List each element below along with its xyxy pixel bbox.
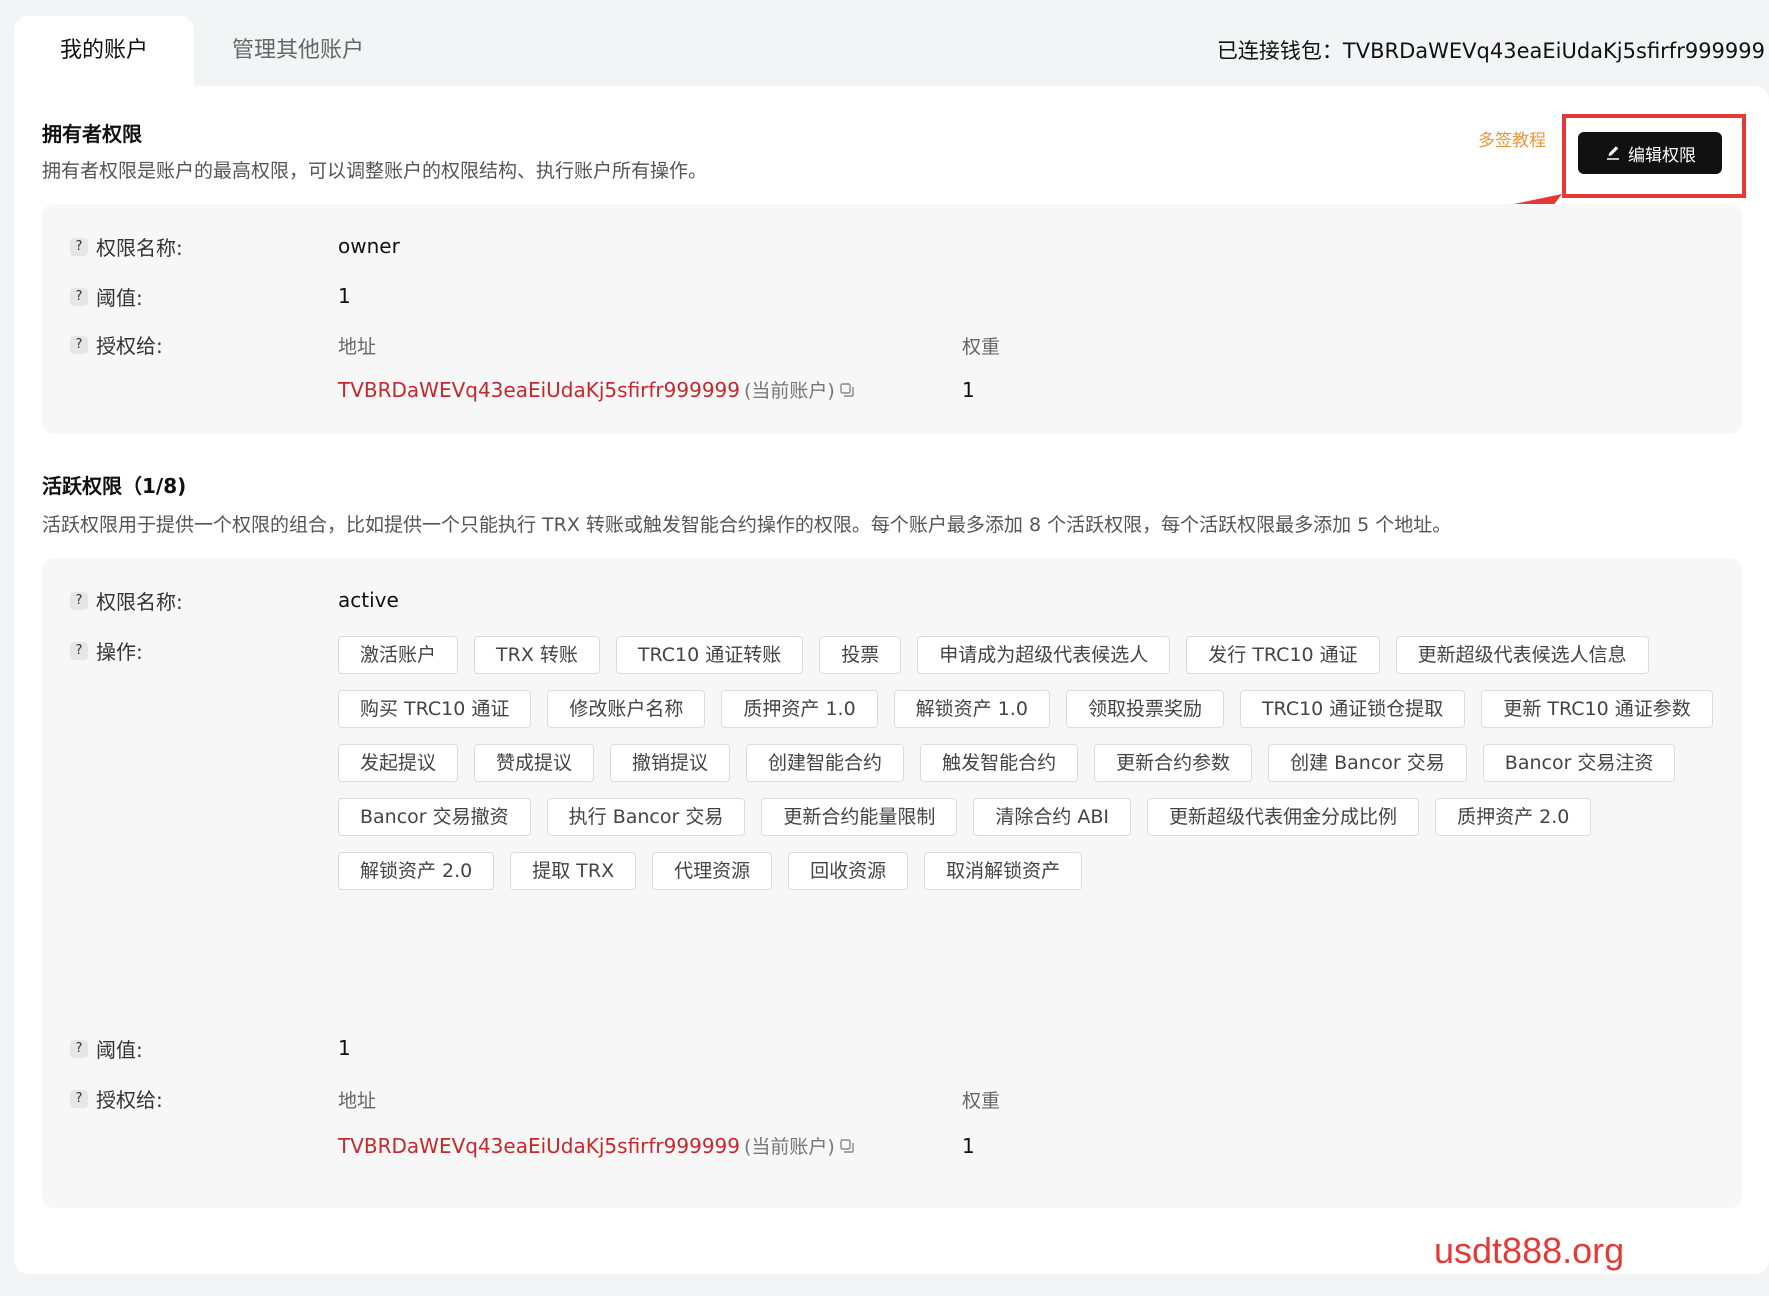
operation-tag: 执行 Bancor 交易 — [546, 798, 746, 836]
active-section-desc: 活跃权限用于提供一个权限的组合，比如提供一个只能执行 TRX 转账或触发智能合约… — [42, 514, 1452, 536]
current-account-note: (当前账户) — [744, 1136, 835, 1158]
owner-address-column-header: 地址 — [338, 336, 377, 358]
operation-tag: TRC10 通证转账 — [615, 636, 804, 674]
operation-tag: 触发智能合约 — [920, 744, 1079, 782]
operation-tag: 清除合约 ABI — [973, 798, 1132, 836]
owner-threshold-label: ? 阈值: — [70, 282, 143, 311]
owner-section-desc: 拥有者权限是账户的最高权限，可以调整账户的权限结构、执行账户所有操作。 — [42, 160, 708, 182]
active-section-title: 活跃权限（1/8) — [42, 474, 187, 498]
operation-tag: 代理资源 — [652, 852, 773, 890]
operation-tag: 更新超级代表候选人信息 — [1395, 636, 1649, 674]
operation-tag: 更新超级代表佣金分成比例 — [1147, 798, 1420, 836]
question-icon[interactable]: ? — [70, 1089, 88, 1108]
active-name-label: ? 权限名称: — [70, 586, 183, 615]
owner-address-row: TVBRDaWEVq43eaEiUdaKj5sfirfr999999 (当前账户… — [338, 376, 855, 403]
question-icon[interactable]: ? — [70, 591, 88, 610]
tab-bar: 我的账户 管理其他账户 已连接钱包：TVBRDaWEVq43eaEiUdaKj5… — [14, 16, 1769, 86]
active-name-value: active — [338, 588, 399, 612]
owner-grant-label: ? 授权给: — [70, 330, 163, 359]
active-detail-panel: ? 权限名称: active ? 操作: 激活账户 TRX 转账 TRC10 通证转账投… — [42, 558, 1742, 1208]
tab-my-account[interactable]: 我的账户 — [14, 16, 194, 86]
owner-name-label: ? 权限名称: — [70, 232, 183, 261]
operation-tag: 质押资产 2.0 — [1435, 798, 1592, 836]
operation-tag: Bancor 交易注资 — [1482, 744, 1676, 782]
operation-tag: TRX 转账 — [474, 636, 600, 674]
operation-tag: 购买 TRC10 通证 — [338, 690, 532, 728]
operation-tag: 申请成为超级代表候选人 — [917, 636, 1171, 674]
question-icon[interactable]: ? — [70, 237, 88, 256]
permissions-card: 拥有者权限 拥有者权限是账户的最高权限，可以调整账户的权限结构、执行账户所有操作… — [14, 86, 1769, 1274]
active-address-row: TVBRDaWEVq43eaEiUdaKj5sfirfr999999 (当前账户… — [338, 1132, 855, 1159]
operation-tag: 赞成提议 — [474, 744, 595, 782]
owner-weight-value: 1 — [962, 378, 975, 402]
operation-tag: 创建智能合约 — [746, 744, 905, 782]
wallet-address: TVBRDaWEVq43eaEiUdaKj5sfirfr999999 — [1342, 39, 1765, 63]
operation-tag: 激活账户 — [338, 636, 459, 674]
owner-detail-panel: ? 权限名称: owner ? 阈值: 1 ? 授权给: 地址 权重 TVBRDaWE… — [42, 204, 1742, 434]
edit-button-label: 编辑权限 — [1628, 145, 1696, 166]
active-weight-value: 1 — [962, 1134, 975, 1158]
owner-threshold-value: 1 — [338, 284, 351, 308]
watermark: usdt888.org — [1434, 1230, 1625, 1271]
operation-tag: 更新 TRC10 通证参数 — [1481, 690, 1713, 728]
owner-name-value: owner — [338, 234, 400, 258]
question-icon[interactable]: ? — [70, 641, 88, 660]
operation-tag: 更新合约参数 — [1094, 744, 1253, 782]
active-weight-column-header: 权重 — [962, 1090, 1001, 1112]
operation-tag: 解锁资产 2.0 — [338, 852, 495, 890]
edit-permission-button[interactable]: 编辑权限 — [1578, 132, 1722, 174]
operation-tag: 发起提议 — [338, 744, 459, 782]
operation-tag: 提取 TRX — [510, 852, 637, 890]
connected-wallet: 已连接钱包：TVBRDaWEVq43eaEiUdaKj5sfirfr999999 — [1217, 16, 1765, 86]
operation-tag: 解锁资产 1.0 — [893, 690, 1050, 728]
owner-weight-column-header: 权重 — [962, 336, 1001, 358]
operation-tag: 创建 Bancor 交易 — [1268, 744, 1467, 782]
question-icon[interactable]: ? — [70, 335, 88, 354]
operation-tag: 投票 — [819, 636, 902, 674]
owner-section-title: 拥有者权限 — [42, 122, 142, 146]
owner-address-link[interactable]: TVBRDaWEVq43eaEiUdaKj5sfirfr999999 — [338, 378, 740, 402]
operation-tag: 更新合约能量限制 — [761, 798, 958, 836]
multisig-tutorial-link[interactable]: 多签教程 — [1478, 126, 1546, 151]
active-address-link[interactable]: TVBRDaWEVq43eaEiUdaKj5sfirfr999999 — [338, 1134, 740, 1158]
operation-tag: 取消解锁资产 — [924, 852, 1083, 890]
copy-icon[interactable] — [839, 1138, 855, 1154]
operations-list: 激活账户 TRX 转账 TRC10 通证转账 投票 申请成为超级代表候选人 发行 TRC1… — [338, 636, 1718, 890]
copy-icon[interactable] — [839, 382, 855, 398]
operation-tag: 修改账户名称 — [547, 690, 706, 728]
active-grant-label: ? 授权给: — [70, 1084, 163, 1113]
active-address-column-header: 地址 — [338, 1090, 377, 1112]
operation-tag: Bancor 交易撤资 — [338, 798, 531, 836]
edit-icon — [1607, 146, 1619, 160]
wallet-label: 已连接钱包： — [1216, 39, 1343, 63]
page: 我的账户 管理其他账户 已连接钱包：TVBRDaWEVq43eaEiUdaKj5… — [14, 16, 1769, 1274]
operation-tag: TRC10 通证锁仓提取 — [1239, 690, 1466, 728]
active-ops-label: ? 操作: — [70, 636, 143, 665]
tab-manage-other-accounts[interactable]: 管理其他账户 — [232, 16, 364, 86]
operation-tag: 发行 TRC10 通证 — [1186, 636, 1380, 674]
current-account-note: (当前账户) — [744, 380, 835, 402]
active-threshold-label: ? 阈值: — [70, 1034, 143, 1063]
operation-tag: 质押资产 1.0 — [721, 690, 878, 728]
operation-tag: 回收资源 — [788, 852, 909, 890]
operation-tag: 领取投票奖励 — [1065, 690, 1224, 728]
question-icon[interactable]: ? — [70, 1039, 88, 1058]
operation-tag: 撤销提议 — [610, 744, 731, 782]
active-threshold-value: 1 — [338, 1036, 351, 1060]
question-icon[interactable]: ? — [70, 287, 88, 306]
